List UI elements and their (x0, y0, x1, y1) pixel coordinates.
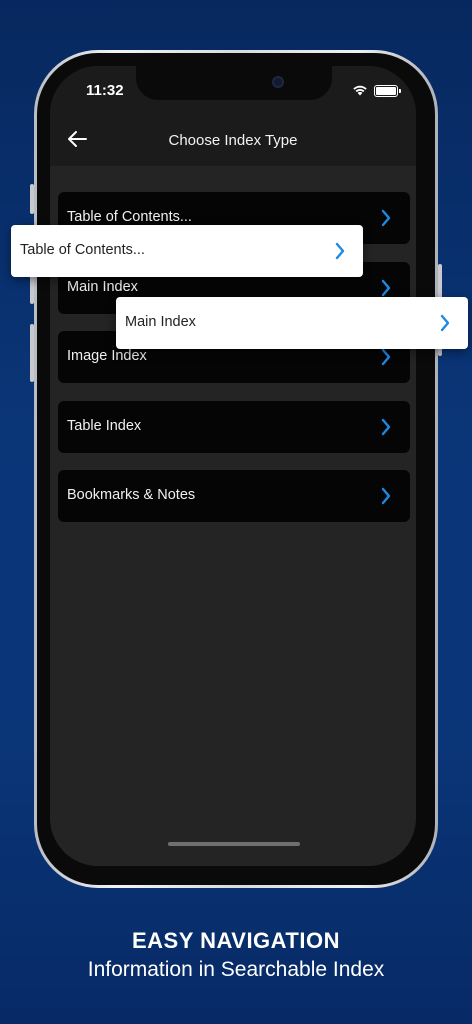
list-item-label: Table of Contents... (67, 209, 192, 225)
camera-icon (272, 76, 284, 88)
home-indicator (168, 842, 300, 846)
nav-bar: Choose Index Type (50, 114, 416, 166)
wifi-icon (353, 85, 367, 96)
list-item-bookmarks-notes[interactable]: Bookmarks & Notes (58, 470, 410, 522)
list-item-label: Table Index (67, 417, 142, 434)
volume-down-button (30, 324, 34, 382)
chevron-right-icon (381, 418, 391, 435)
list-item-label: Bookmarks & Notes (67, 487, 196, 503)
chevron-right-icon (381, 487, 391, 505)
chevron-right-icon (381, 279, 391, 296)
callout-label: Table of Contents... (20, 242, 145, 258)
page-title: Choose Index Type (168, 132, 298, 149)
chevron-right-icon (381, 209, 391, 227)
caption-subline: Information in Searchable Index (87, 958, 385, 981)
camera-notch (136, 66, 332, 100)
chevron-right-icon (335, 242, 345, 260)
battery-icon (374, 85, 401, 97)
silent-switch (30, 184, 34, 214)
chevron-right-icon (381, 348, 391, 366)
list-item-label: Image Index (67, 348, 147, 364)
list-item-table-index[interactable]: Table Index (58, 400, 410, 453)
list-item-label: Main Index (67, 278, 138, 295)
phone-screen: 11:32 Choose Index Type Table of Content… (50, 66, 416, 866)
callout-main-index[interactable]: Main Index (116, 297, 468, 349)
callout-label: Main Index (125, 314, 196, 330)
phone-frame: 11:32 Choose Index Type Table of Content… (30, 50, 442, 888)
callout-table-of-contents[interactable]: Table of Contents... (11, 225, 363, 277)
caption-headline: EASY NAVIGATION (132, 928, 340, 953)
chevron-right-icon (440, 314, 450, 332)
status-time: 11:32 (86, 82, 124, 99)
